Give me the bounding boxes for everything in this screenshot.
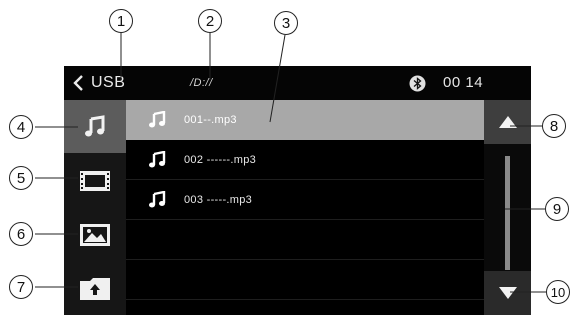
scroll-up-button[interactable] xyxy=(484,100,531,144)
callout-5: 5 xyxy=(9,166,33,190)
callout-8: 8 xyxy=(542,114,566,138)
callout-6: 6 xyxy=(9,222,33,246)
file-name: 002 ------.mp3 xyxy=(184,153,257,166)
media-player-screen: USB /D:// 00 14 001--.mp3 002 ------.mp3… xyxy=(64,66,531,315)
callout-2: 2 xyxy=(198,9,222,33)
scroll-column xyxy=(484,100,531,315)
list-item[interactable]: 003 -----.mp3 xyxy=(126,180,484,220)
music-note-icon xyxy=(85,114,105,136)
sidebar-item-folder[interactable] xyxy=(64,262,126,315)
sidebar-item-video[interactable] xyxy=(64,154,126,207)
scroll-up-arrow-icon xyxy=(498,116,517,128)
callout-3: 3 xyxy=(274,11,298,35)
music-note-icon xyxy=(149,190,166,207)
sidebar-item-music[interactable] xyxy=(64,100,126,153)
status-bar: USB /D:// 00 14 xyxy=(64,66,531,100)
callout-10: 10 xyxy=(546,280,570,304)
image-icon xyxy=(80,223,110,246)
music-note-icon xyxy=(149,150,166,167)
callout-4: 4 xyxy=(9,115,33,139)
chevron-left-icon xyxy=(72,72,88,94)
file-name: 001--.mp3 xyxy=(184,113,237,126)
sidebar-item-photo[interactable] xyxy=(64,208,126,261)
file-list: 001--.mp3 002 ------.mp3 003 -----.mp3 xyxy=(126,100,484,315)
callout-1: 1 xyxy=(109,9,133,33)
list-item[interactable]: 001--.mp3 xyxy=(126,100,484,140)
back-button[interactable]: USB xyxy=(72,71,125,95)
film-icon xyxy=(80,170,110,191)
scrollbar[interactable] xyxy=(505,156,510,270)
list-item[interactable]: 002 ------.mp3 xyxy=(126,140,484,180)
source-sidebar xyxy=(64,100,126,315)
file-name: 003 -----.mp3 xyxy=(184,193,253,206)
current-path: /D:// xyxy=(190,77,213,89)
list-item-empty xyxy=(126,260,484,300)
folder-up-icon xyxy=(80,277,110,300)
list-item-empty xyxy=(126,220,484,260)
music-note-icon xyxy=(149,110,166,127)
source-label: USB xyxy=(91,74,126,91)
scrollbar-thumb[interactable] xyxy=(505,156,510,270)
clock: 00 14 xyxy=(443,74,484,91)
callout-7: 7 xyxy=(9,275,33,299)
callout-9: 9 xyxy=(545,197,569,221)
scroll-down-button[interactable] xyxy=(484,271,531,315)
bluetooth-icon xyxy=(409,75,426,92)
scroll-down-arrow-icon xyxy=(498,287,517,299)
